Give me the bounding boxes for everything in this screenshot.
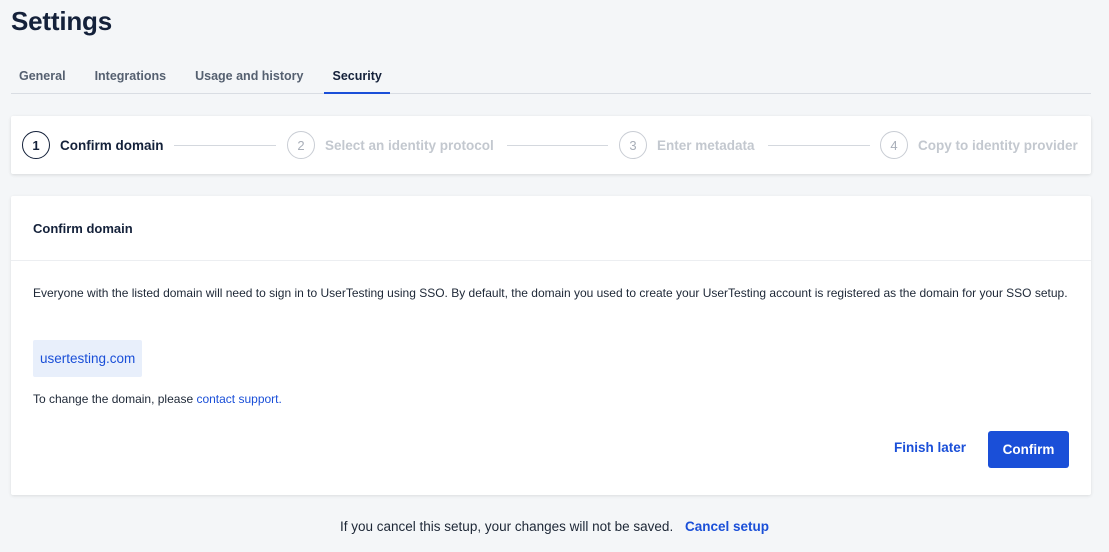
step-label: Copy to identity provider xyxy=(918,137,1078,153)
tab-general[interactable]: General xyxy=(11,60,74,93)
step-label: Enter metadata xyxy=(657,137,755,153)
step-label: Confirm domain xyxy=(60,137,164,153)
change-note-text: To change the domain, please xyxy=(33,392,197,406)
domain-badge: usertesting.com xyxy=(33,340,143,377)
step-connector xyxy=(768,145,870,146)
change-domain-note: To change the domain, please contact sup… xyxy=(33,392,282,406)
confirm-domain-card: Confirm domain Everyone with the listed … xyxy=(11,196,1091,495)
settings-tabs: General Integrations Usage and history S… xyxy=(11,60,1091,94)
contact-support-link[interactable]: contact support. xyxy=(196,392,281,406)
step-confirm-domain: 1 Confirm domain xyxy=(22,130,164,160)
cancel-setup-footer: If you cancel this setup, your changes w… xyxy=(0,519,1109,534)
step-copy-to-identity-provider: 4 Copy to identity provider xyxy=(880,130,1078,160)
step-number: 3 xyxy=(619,131,647,159)
cancel-warning-text: If you cancel this setup, your changes w… xyxy=(340,519,674,534)
sso-setup-stepper: 1 Confirm domain 2 Select an identity pr… xyxy=(11,116,1091,174)
domain-value: usertesting.com xyxy=(40,351,136,366)
step-number: 2 xyxy=(287,131,315,159)
confirm-button[interactable]: Confirm xyxy=(988,431,1069,468)
cancel-setup-link[interactable]: Cancel setup xyxy=(685,519,769,534)
card-description: Everyone with the listed domain will nee… xyxy=(33,286,1068,300)
tab-security[interactable]: Security xyxy=(324,60,390,94)
step-number: 1 xyxy=(22,131,50,159)
page-title: Settings xyxy=(11,6,112,36)
step-connector xyxy=(174,145,276,146)
card-title: Confirm domain xyxy=(11,196,1091,261)
step-select-identity-protocol: 2 Select an identity protocol xyxy=(287,130,494,160)
step-connector xyxy=(507,145,608,146)
finish-later-button[interactable]: Finish later xyxy=(894,440,966,455)
tab-integrations[interactable]: Integrations xyxy=(87,60,175,93)
step-label: Select an identity protocol xyxy=(325,137,494,153)
step-enter-metadata: 3 Enter metadata xyxy=(619,130,755,160)
tab-usage-and-history[interactable]: Usage and history xyxy=(187,60,311,93)
step-number: 4 xyxy=(880,131,908,159)
settings-page: Settings General Integrations Usage and … xyxy=(0,0,1109,552)
